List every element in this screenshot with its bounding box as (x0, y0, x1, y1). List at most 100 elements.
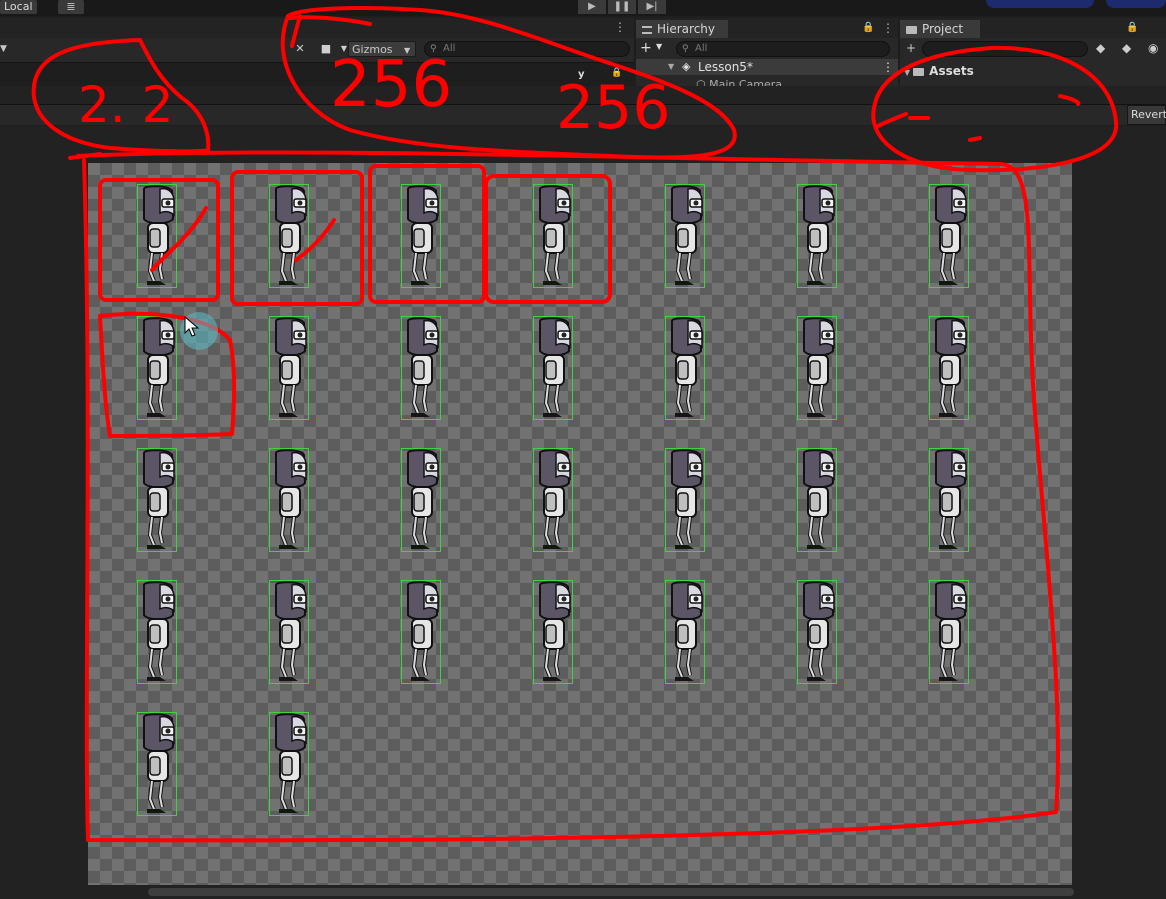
folder-icon (913, 67, 925, 76)
horizontal-scrollbar[interactable] (148, 888, 1074, 896)
move-tool-icon[interactable]: ✕ (290, 42, 310, 56)
robot-sprite-image (143, 713, 175, 813)
sprite-frame[interactable] (137, 316, 177, 420)
hierarchy-scene-row[interactable]: ▼ ◈ Lesson5* ⋮ (636, 59, 898, 75)
sprite-frame[interactable] (797, 580, 837, 684)
sprite-frame[interactable] (533, 184, 573, 288)
pause-icon[interactable]: ❚❚ (608, 0, 636, 14)
sprite-frame[interactable] (797, 448, 837, 552)
sprite-frame[interactable] (137, 580, 177, 684)
sprite-editor-toolbar (0, 105, 1166, 125)
revert-label: Revert (1131, 108, 1166, 121)
assets-label: Assets (929, 64, 974, 78)
account-button[interactable] (986, 0, 1094, 8)
scene-search-input[interactable]: ⚲ All (424, 41, 630, 57)
search-icon: ⚲ (430, 44, 437, 54)
robot-sprite-image (803, 185, 835, 285)
tab-hierarchy[interactable]: Hierarchy (636, 20, 728, 38)
robot-sprite-image (671, 449, 703, 549)
sprite-frame[interactable] (929, 316, 969, 420)
lock-icon[interactable]: 🔒 (1126, 22, 1138, 33)
sprite-frame[interactable] (533, 580, 573, 684)
sprite-frame[interactable] (137, 712, 177, 816)
sprite-frame[interactable] (137, 448, 177, 552)
sprite-frame[interactable] (533, 316, 573, 420)
sprite-frame[interactable] (665, 316, 705, 420)
camera-icon[interactable]: ■ (316, 42, 336, 56)
project-tab-label: Project (922, 22, 964, 36)
cloud-button[interactable] (1106, 0, 1166, 8)
sprite-frame[interactable] (401, 184, 441, 288)
robot-sprite-image (275, 317, 307, 417)
sprite-frame[interactable] (797, 316, 837, 420)
robot-sprite-image (275, 581, 307, 681)
hierarchy-search-input[interactable]: ⚲ All (676, 41, 890, 57)
robot-sprite-image (143, 581, 175, 681)
menu-icon[interactable]: ⋮ (882, 21, 894, 35)
sprite-frame[interactable] (401, 316, 441, 420)
local-button[interactable]: Local (0, 0, 37, 14)
sprite-frame[interactable] (929, 448, 969, 552)
sprite-frame[interactable] (401, 580, 441, 684)
robot-sprite-image (539, 581, 571, 681)
robot-sprite-image (143, 449, 175, 549)
folder-icon (906, 25, 917, 34)
play-icon[interactable]: ▶ (578, 0, 606, 14)
sprite-frame[interactable] (665, 580, 705, 684)
tab-project[interactable]: Project (900, 20, 980, 38)
sprite-frame[interactable] (665, 184, 705, 288)
sprite-frame[interactable] (533, 448, 573, 552)
sprite-frame[interactable] (929, 580, 969, 684)
chevron-down-icon[interactable]: ▼ (656, 42, 662, 51)
sprite-frame[interactable] (269, 316, 309, 420)
gizmos-label: Gizmos (352, 43, 393, 56)
sprite-frame[interactable] (269, 580, 309, 684)
sprite-frame[interactable] (269, 448, 309, 552)
layers-icon[interactable]: ≣ (58, 0, 84, 14)
robot-sprite-image (275, 713, 307, 813)
chevron-down-icon: ▼ (404, 46, 411, 55)
robot-sprite-image (671, 581, 703, 681)
robot-sprite-image (803, 449, 835, 549)
sprite-frame[interactable] (269, 712, 309, 816)
assets-folder[interactable]: ▼ Assets (904, 63, 974, 81)
robot-sprite-image (803, 317, 835, 417)
sprite-frame[interactable] (269, 184, 309, 288)
filter-type-icon[interactable]: ◆ (1096, 41, 1105, 55)
sprite-frame[interactable] (665, 448, 705, 552)
robot-sprite-image (143, 317, 175, 417)
robot-sprite-image (407, 581, 439, 681)
project-search-input[interactable] (922, 41, 1088, 57)
robot-sprite-image (935, 185, 967, 285)
sprite-frame[interactable] (401, 448, 441, 552)
scene-tab-row (0, 18, 634, 38)
step-icon[interactable]: ▶| (638, 0, 666, 14)
revert-button[interactable]: Revert (1127, 105, 1166, 125)
robot-sprite-image (407, 317, 439, 417)
robot-sprite-image (407, 185, 439, 285)
expand-arrow-icon[interactable]: ▼ (904, 68, 910, 77)
lock-icon[interactable]: 🔒 (862, 22, 874, 33)
hierarchy-camera-item[interactable]: ⬡ Main Camera (696, 76, 782, 86)
eye-hidden-icon[interactable]: ◉ (1148, 41, 1158, 55)
label-icon[interactable]: ◆ (1122, 41, 1131, 55)
robot-sprite-image (671, 185, 703, 285)
add-icon[interactable]: + (640, 40, 652, 56)
robot-sprite-image (935, 317, 967, 417)
camera-item-label: Main Camera (709, 78, 783, 86)
scene-menu-icon[interactable]: ⋮ (614, 20, 626, 34)
gizmos-button[interactable]: Gizmos ▼ (348, 41, 416, 57)
sprite-frame[interactable] (797, 184, 837, 288)
add-icon[interactable]: + (906, 41, 916, 55)
robot-sprite-image (539, 449, 571, 549)
lock-icon[interactable]: 🔒 (611, 68, 622, 78)
unity-scene-icon: ◈ (682, 60, 691, 73)
robot-sprite-image (539, 185, 571, 285)
chevron-down-icon[interactable]: ▼ (0, 42, 14, 56)
sprite-editor-header (0, 86, 1166, 105)
sprite-frame[interactable] (137, 184, 177, 288)
sprite-frame[interactable] (929, 184, 969, 288)
expand-arrow-icon[interactable]: ▼ (668, 59, 674, 75)
menu-icon[interactable]: ⋮ (882, 59, 894, 75)
sprite-sheet[interactable] (88, 163, 1072, 885)
